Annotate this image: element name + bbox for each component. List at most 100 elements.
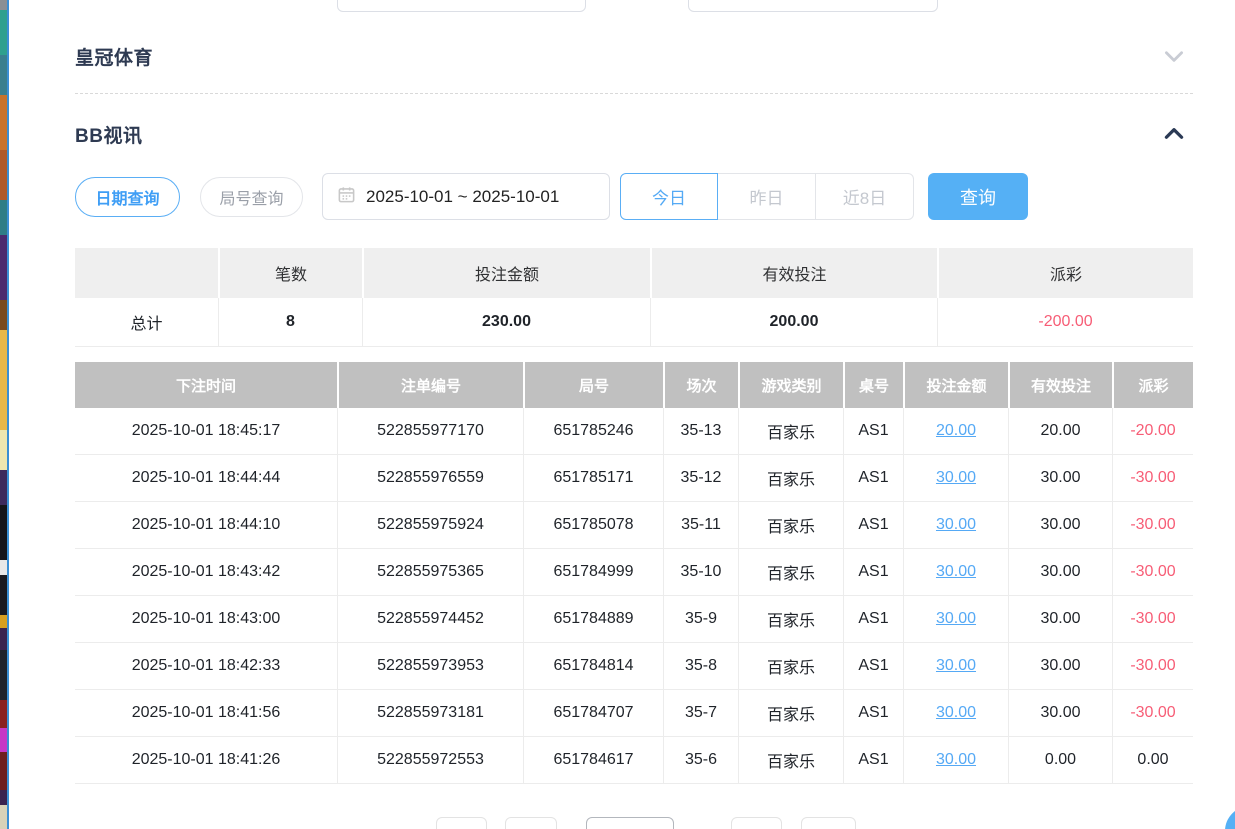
cell-table: AS1 <box>843 737 903 784</box>
cell-order: 522855972553 <box>337 737 523 784</box>
bet-amount-link[interactable]: 30.00 <box>903 737 1008 784</box>
cell-table: AS1 <box>843 455 903 502</box>
pagination-next-button[interactable] <box>731 817 782 829</box>
cell-session: 35-7 <box>663 690 738 737</box>
summary-total-row: 总计 8 230.00 200.00 -200.00 <box>75 298 1193 347</box>
cell-payout: -30.00 <box>1112 596 1193 643</box>
cell-session: 35-8 <box>663 643 738 690</box>
summary-header-blank <box>75 248 218 298</box>
yesterday-button[interactable]: 昨日 <box>718 173 816 220</box>
section-divider <box>75 93 1193 94</box>
pagination-prev-button[interactable] <box>436 817 487 829</box>
cell-session: 35-10 <box>663 549 738 596</box>
cell-game: 百家乐 <box>738 737 843 784</box>
background-image-sliver <box>0 0 7 829</box>
section-bb-video[interactable]: BB视讯 <box>75 120 1193 148</box>
cell-payout: -30.00 <box>1112 643 1193 690</box>
detail-header-time: 下注时间 <box>75 362 337 408</box>
cell-order: 522855975365 <box>337 549 523 596</box>
section-crown-sports[interactable]: 皇冠体育 <box>75 42 1193 70</box>
cell-time: 2025-10-01 18:41:56 <box>75 690 337 737</box>
cell-order: 522855975924 <box>337 502 523 549</box>
cell-time: 2025-10-01 18:44:10 <box>75 502 337 549</box>
cell-payout: -30.00 <box>1112 455 1193 502</box>
floating-service-button[interactable] <box>1225 806 1235 829</box>
cell-order: 522855973181 <box>337 690 523 737</box>
chevron-up-icon[interactable] <box>1161 121 1187 147</box>
cell-payout: 0.00 <box>1112 737 1193 784</box>
detail-header-session: 场次 <box>663 362 738 408</box>
cell-payout: -20.00 <box>1112 408 1193 455</box>
cell-time: 2025-10-01 18:45:17 <box>75 408 337 455</box>
detail-header-valid-bet: 有效投注 <box>1008 362 1112 408</box>
cell-table: AS1 <box>843 408 903 455</box>
cell-valid: 30.00 <box>1008 643 1112 690</box>
cell-game: 百家乐 <box>738 502 843 549</box>
cell-table: AS1 <box>843 549 903 596</box>
table-row: 2025-10-01 18:42:33522855973953651784814… <box>75 643 1193 690</box>
table-row: 2025-10-01 18:43:42522855975365651784999… <box>75 549 1193 596</box>
search-button[interactable]: 查询 <box>928 173 1028 220</box>
cell-payout: -30.00 <box>1112 502 1193 549</box>
cell-game: 百家乐 <box>738 549 843 596</box>
cell-table: AS1 <box>843 690 903 737</box>
top-input-left[interactable] <box>337 0 586 12</box>
cell-session: 35-12 <box>663 455 738 502</box>
cell-table: AS1 <box>843 643 903 690</box>
main-panel: 皇冠体育 BB视讯 日期查询 局号查询 2025-10-01 <box>9 0 1235 829</box>
date-range-value: 2025-10-01 ~ 2025-10-01 <box>366 187 559 207</box>
bet-amount-link[interactable]: 30.00 <box>903 455 1008 502</box>
cell-game: 百家乐 <box>738 408 843 455</box>
cell-time: 2025-10-01 18:43:42 <box>75 549 337 596</box>
bet-amount-link[interactable]: 30.00 <box>903 502 1008 549</box>
bet-amount-link[interactable]: 30.00 <box>903 596 1008 643</box>
today-button[interactable]: 今日 <box>620 173 718 220</box>
detail-header-table-no: 桌号 <box>843 362 903 408</box>
pagination-jump-button[interactable] <box>801 817 856 829</box>
round-query-tab[interactable]: 局号查询 <box>200 177 303 217</box>
bet-amount-link[interactable]: 30.00 <box>903 549 1008 596</box>
detail-header-round-id: 局号 <box>523 362 663 408</box>
cell-valid: 30.00 <box>1008 690 1112 737</box>
cell-table: AS1 <box>843 596 903 643</box>
cell-valid: 0.00 <box>1008 737 1112 784</box>
detail-header-payout: 派彩 <box>1112 362 1193 408</box>
summary-total-label: 总计 <box>75 298 218 347</box>
date-range-picker[interactable]: 2025-10-01 ~ 2025-10-01 <box>322 173 610 220</box>
cell-game: 百家乐 <box>738 596 843 643</box>
summary-count-value: 8 <box>218 298 362 347</box>
summary-header-bet-amount: 投注金额 <box>362 248 650 298</box>
cell-session: 35-9 <box>663 596 738 643</box>
date-query-tab[interactable]: 日期查询 <box>75 177 180 217</box>
summary-header-valid-bet: 有效投注 <box>650 248 937 298</box>
section-title-crown: 皇冠体育 <box>75 43 153 70</box>
cell-valid: 30.00 <box>1008 502 1112 549</box>
pagination-page-button[interactable] <box>505 817 557 829</box>
cell-time: 2025-10-01 18:43:00 <box>75 596 337 643</box>
summary-payout-value: -200.00 <box>937 298 1193 347</box>
cell-round: 651784889 <box>523 596 663 643</box>
cell-payout: -30.00 <box>1112 549 1193 596</box>
top-input-right[interactable] <box>688 0 938 12</box>
section-title-bb: BB视讯 <box>75 121 142 148</box>
cell-round: 651784814 <box>523 643 663 690</box>
bet-records-table: 下注时间 注单编号 局号 场次 游戏类别 桌号 投注金额 有效投注 派彩 202… <box>75 362 1193 784</box>
table-row: 2025-10-01 18:44:10522855975924651785078… <box>75 502 1193 549</box>
pagination-size-select[interactable] <box>586 817 674 829</box>
cell-time: 2025-10-01 18:42:33 <box>75 643 337 690</box>
detail-header-order-id: 注单编号 <box>337 362 523 408</box>
bet-amount-link[interactable]: 30.00 <box>903 643 1008 690</box>
cell-payout: -30.00 <box>1112 690 1193 737</box>
bet-amount-link[interactable]: 20.00 <box>903 408 1008 455</box>
cell-session: 35-6 <box>663 737 738 784</box>
last8days-button[interactable]: 近8日 <box>816 173 914 220</box>
cell-game: 百家乐 <box>738 690 843 737</box>
cell-round: 651784999 <box>523 549 663 596</box>
chevron-down-icon[interactable] <box>1161 43 1187 69</box>
bet-table-body: 2025-10-01 18:45:17522855977170651785246… <box>75 408 1193 784</box>
cell-session: 35-13 <box>663 408 738 455</box>
table-row: 2025-10-01 18:43:00522855974452651784889… <box>75 596 1193 643</box>
bet-amount-link[interactable]: 30.00 <box>903 690 1008 737</box>
summary-header-payout: 派彩 <box>937 248 1193 298</box>
calendar-icon <box>337 185 356 209</box>
